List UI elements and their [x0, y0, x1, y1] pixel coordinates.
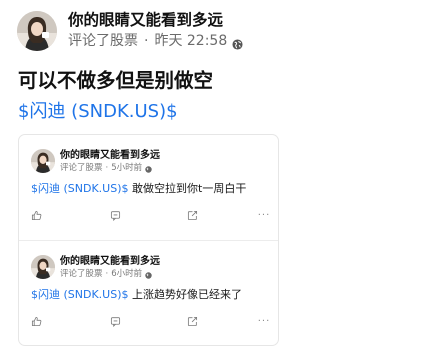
avatar[interactable]	[17, 10, 57, 51]
comment-actions: ···	[19, 208, 278, 224]
comment-actions: ···	[19, 314, 278, 330]
comment-subline: 评论了股票 · 6小时前	[60, 268, 152, 280]
separator: ·	[105, 163, 109, 173]
post-header: 你的眼睛又能看到多远 评论了股票 · 昨天 22:58	[17, 10, 243, 51]
avatar[interactable]	[31, 149, 55, 173]
comments-card: 你的眼睛又能看到多远 评论了股票 · 5小时前 $闪迪 (SNDK.US)$ 敢…	[18, 134, 279, 346]
comment-action: 评论了股票	[60, 163, 103, 173]
comment-author[interactable]: 你的眼睛又能看到多远	[60, 255, 160, 268]
post-text: 可以不做多但是别做空	[18, 69, 214, 92]
comment-icon[interactable]	[108, 208, 122, 222]
comment-icon[interactable]	[108, 314, 122, 328]
comment-action: 评论了股票	[60, 269, 103, 279]
user-photo-avatar-icon	[31, 255, 55, 279]
comment-item[interactable]: 你的眼睛又能看到多远 评论了股票 · 6小时前 $闪迪 (SNDK.US)$ 上…	[19, 240, 278, 345]
user-photo-avatar-icon	[31, 149, 55, 173]
comment-item[interactable]: 你的眼睛又能看到多远 评论了股票 · 5小时前 $闪迪 (SNDK.US)$ 敢…	[19, 135, 278, 240]
more-options-button[interactable]: ···	[255, 314, 273, 328]
comment-subline: 评论了股票 · 5小时前	[60, 162, 152, 174]
thumbs-up-icon[interactable]	[29, 314, 43, 328]
separator: ·	[144, 33, 149, 49]
share-icon[interactable]	[185, 314, 199, 328]
thumbs-up-icon[interactable]	[29, 208, 43, 222]
comment-ticker-link[interactable]: $闪迪 (SNDK.US)$	[31, 288, 129, 301]
post-meta: 你的眼睛又能看到多远 评论了股票 · 昨天 22:58	[68, 10, 243, 51]
globe-icon	[232, 36, 243, 50]
separator: ·	[105, 269, 109, 279]
comment-author[interactable]: 你的眼睛又能看到多远	[60, 149, 160, 162]
user-photo-avatar-icon	[17, 10, 57, 51]
post-ticker-link[interactable]: $闪迪 (SNDK.US)$	[18, 97, 178, 123]
comment-time: 6小时前	[111, 269, 143, 279]
author-name[interactable]: 你的眼睛又能看到多远	[68, 10, 243, 30]
share-icon[interactable]	[185, 208, 199, 222]
post-action: 评论了股票	[68, 33, 138, 49]
comment-text: $闪迪 (SNDK.US)$ 敢做空拉到你t一周白干	[31, 181, 246, 197]
avatar[interactable]	[31, 255, 55, 279]
globe-icon	[145, 271, 152, 279]
comment-text: $闪迪 (SNDK.US)$ 上涨趋势好像已经来了	[31, 287, 242, 303]
more-options-button[interactable]: ···	[255, 208, 273, 222]
comment-ticker-link[interactable]: $闪迪 (SNDK.US)$	[31, 182, 129, 195]
comment-body: 上涨趋势好像已经来了	[128, 288, 243, 301]
globe-icon	[145, 165, 152, 173]
comment-body: 敢做空拉到你t一周白干	[128, 182, 247, 195]
comment-time: 5小时前	[111, 163, 143, 173]
post-subline: 评论了股票 · 昨天 22:58	[68, 31, 243, 51]
post-time: 昨天 22:58	[154, 33, 228, 49]
